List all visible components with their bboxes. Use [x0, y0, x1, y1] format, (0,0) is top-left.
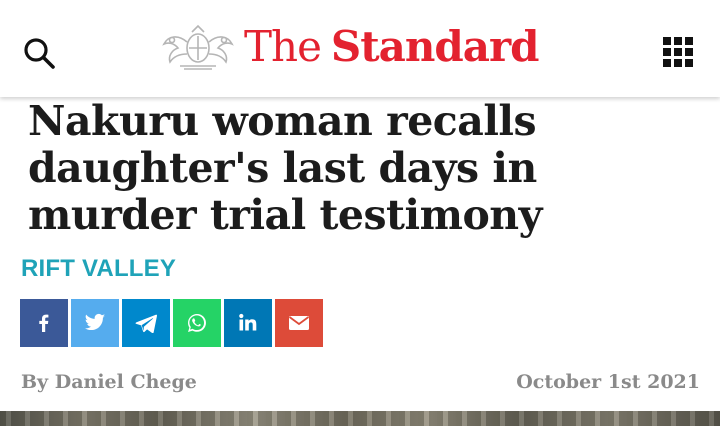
- hero-image: [0, 411, 720, 426]
- twitter-icon: [84, 313, 106, 331]
- whatsapp-icon: [188, 314, 206, 332]
- crest-icon: [162, 24, 234, 70]
- site-logo[interactable]: The Standard: [158, 20, 540, 74]
- linkedin-icon: [239, 313, 257, 331]
- menu-button[interactable]: [662, 36, 694, 68]
- publish-date: October 1st 2021: [516, 371, 700, 393]
- share-email-button[interactable]: [275, 299, 323, 347]
- share-facebook-button[interactable]: [20, 299, 68, 347]
- share-bar: [20, 299, 323, 347]
- article-headline: Nakuru woman recalls daughter's last day…: [28, 98, 708, 239]
- telegram-icon: [135, 314, 157, 333]
- author-byline: By Daniel Chege: [21, 371, 197, 393]
- headline-line: daughter's last days in: [28, 144, 537, 192]
- share-telegram-button[interactable]: [122, 299, 170, 347]
- share-linkedin-button[interactable]: [224, 299, 272, 347]
- search-button[interactable]: [22, 36, 56, 70]
- email-icon: [288, 316, 310, 330]
- headline-line: murder trial testimony: [28, 191, 542, 239]
- hero-image-texture: [0, 411, 720, 426]
- headline-line: Nakuru woman recalls: [28, 97, 537, 145]
- share-whatsapp-button[interactable]: [173, 299, 221, 347]
- brand-name-standard: Standard: [330, 22, 540, 71]
- grid-menu-icon: [663, 37, 693, 67]
- top-bar: The Standard: [0, 0, 720, 97]
- brand-name-the: The: [244, 22, 322, 71]
- facebook-icon: [39, 314, 49, 332]
- share-twitter-button[interactable]: [71, 299, 119, 347]
- category-link[interactable]: RIFT VALLEY: [21, 255, 176, 283]
- search-icon: [24, 38, 55, 69]
